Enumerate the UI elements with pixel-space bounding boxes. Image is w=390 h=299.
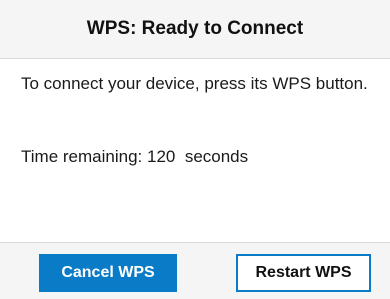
wps-dialog: WPS: Ready to Connect To connect your de… xyxy=(0,0,390,299)
dialog-body: To connect your device, press its WPS bu… xyxy=(21,73,376,166)
dialog-title: WPS: Ready to Connect xyxy=(86,18,304,39)
time-remaining-label: Time remaining: xyxy=(21,147,143,166)
dialog-header: WPS: Ready to Connect xyxy=(0,0,390,59)
cancel-wps-button[interactable]: Cancel WPS xyxy=(39,254,177,292)
dialog-message: To connect your device, press its WPS bu… xyxy=(21,74,368,93)
restart-wps-button[interactable]: Restart WPS xyxy=(236,254,371,292)
time-remaining-unit: seconds xyxy=(184,147,249,166)
time-remaining: Time remaining: 120 seconds xyxy=(21,146,248,168)
dialog-footer: Cancel WPS Restart WPS xyxy=(0,242,390,299)
time-remaining-value: 120 xyxy=(146,147,176,166)
